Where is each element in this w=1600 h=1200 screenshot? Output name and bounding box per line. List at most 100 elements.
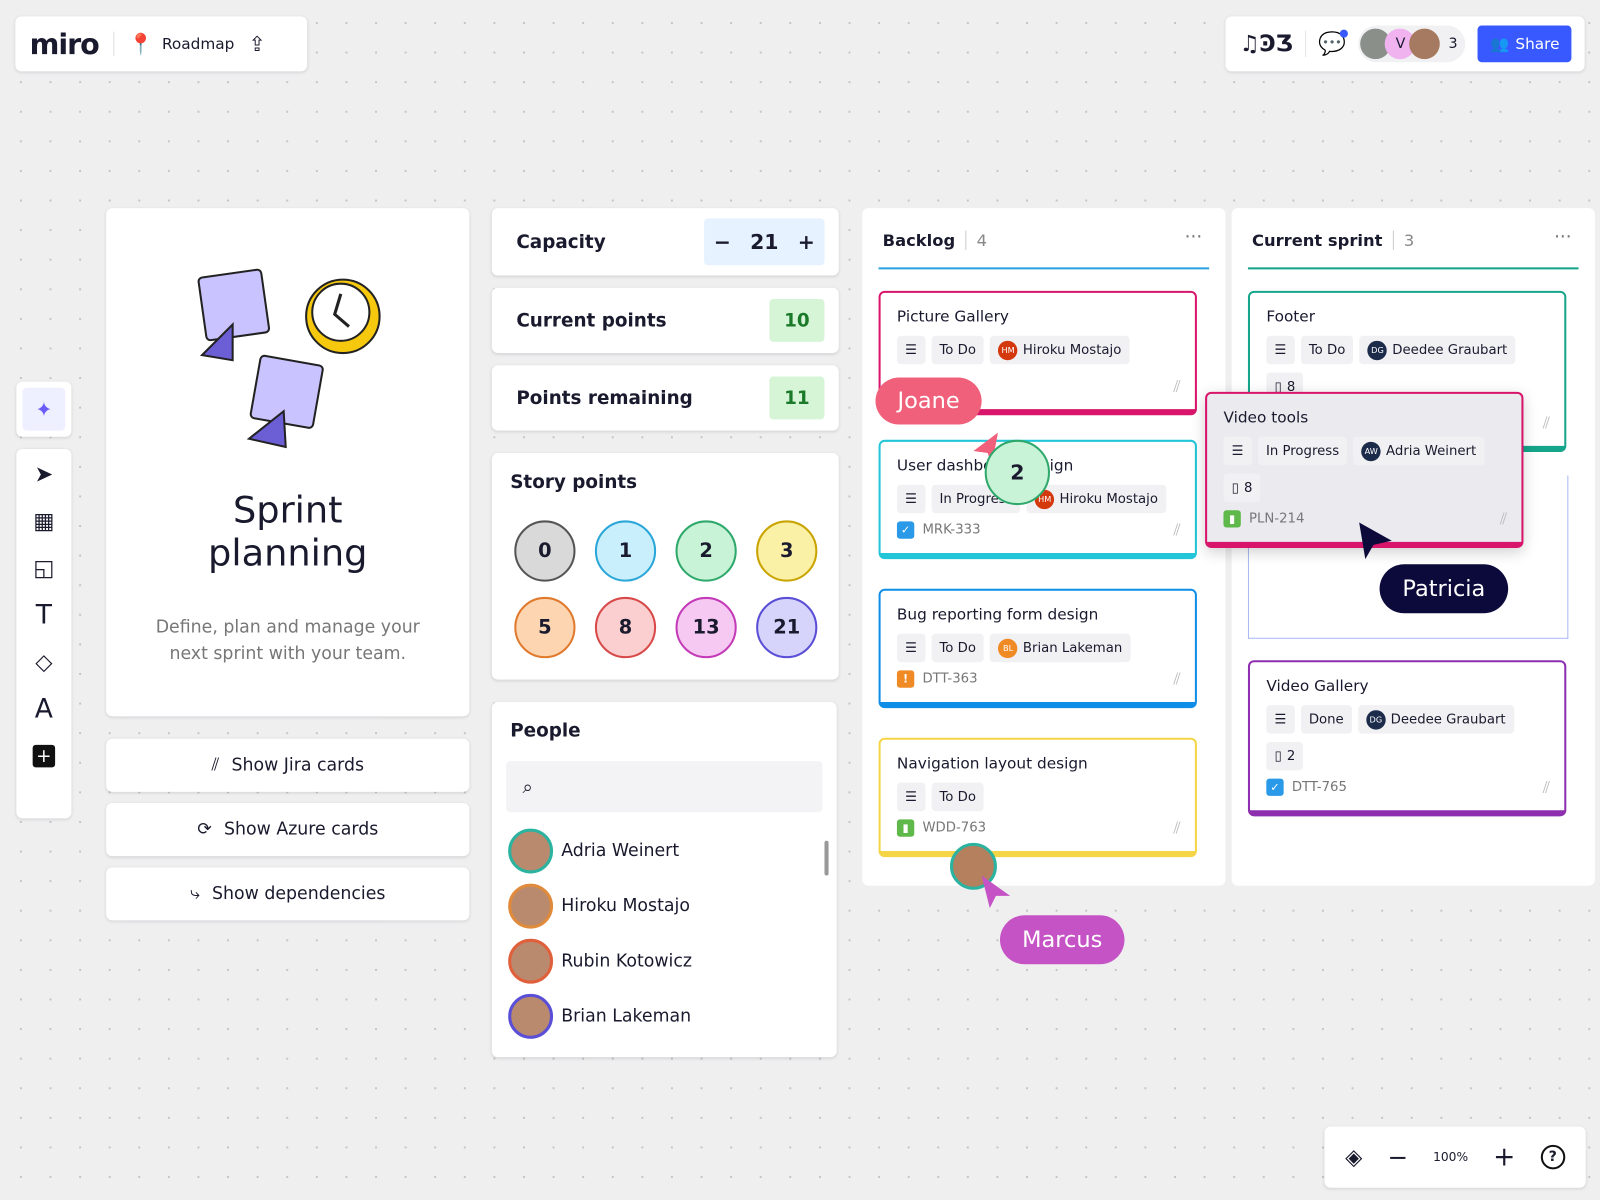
export-icon[interactable]: ⇪ [249, 32, 266, 56]
more-icon[interactable]: ··· [1185, 227, 1203, 248]
show-azure-cards-button[interactable]: ⟳ Show Azure cards [106, 803, 470, 857]
story-point-13[interactable]: 13 [675, 596, 737, 659]
issue-key[interactable]: DTT-765 [1292, 780, 1347, 795]
scrollbar[interactable] [824, 840, 829, 876]
status-chip[interactable]: To Do [931, 335, 985, 365]
decrement-button[interactable]: − [714, 230, 731, 254]
person-item[interactable]: Hiroku Mostajo [508, 883, 690, 929]
assignee-chip[interactable]: BL Brian Lakeman [990, 633, 1131, 663]
status-chip[interactable]: Done [1300, 705, 1352, 734]
points-value: 2 [1286, 748, 1296, 764]
layers-icon[interactable]: ◈ [1345, 1144, 1362, 1170]
assignee-chip[interactable]: DG Deedee Graubart [1359, 335, 1516, 365]
assignee-chip[interactable]: HM Hiroku Mostajo [1026, 484, 1167, 514]
illustration-icon [197, 268, 381, 449]
assignee-chip[interactable]: HM Hiroku Mostajo [990, 335, 1130, 365]
story-point-3[interactable]: 3 [756, 520, 818, 582]
label: Show Azure cards [224, 819, 379, 840]
task-icon: ✓ [896, 521, 915, 539]
description-icon[interactable]: ☰ [1266, 705, 1295, 734]
shapes-icon[interactable]: ◇ [16, 639, 71, 686]
card-video-gallery[interactable]: Video Gallery ☰ Done DG Deedee Graubart ▯ 2 ✓ DT… [1247, 660, 1567, 817]
card-navigation-layout-design[interactable]: Navigation layout design ☰ To Do ▮ WDD-763 ⫽ [878, 737, 1197, 858]
points-remaining-value: 11 [769, 376, 825, 420]
issue-key[interactable]: PLN-214 [1249, 511, 1304, 526]
zoom-level[interactable]: 100% [1433, 1150, 1468, 1164]
cursor-label-patricia: Patricia [1379, 564, 1509, 614]
person-name: Adria Weinert [561, 840, 680, 862]
assignee-name: Hiroku Mostajo [1022, 342, 1122, 358]
assignee-avatar: HM [998, 340, 1018, 360]
show-jira-cards-button[interactable]: ⫽ Show Jira cards [106, 738, 470, 792]
text-tool-icon[interactable]: T [16, 592, 71, 639]
story-points-panel: Story points 0 1 2 3 5 8 13 21 [491, 453, 839, 680]
collaborators[interactable]: V 3 [1358, 25, 1466, 63]
more-icon[interactable]: ··· [1554, 227, 1572, 248]
ai-tool[interactable]: ✦ [16, 381, 72, 437]
add-icon[interactable]: + [16, 733, 71, 780]
story-points-title: Story points [510, 471, 638, 493]
assignee-chip[interactable]: DG Deedee Graubart [1358, 705, 1514, 734]
story-point-2[interactable]: 2 [675, 520, 737, 582]
column-header: Backlog 4 [883, 230, 987, 250]
jira-icon: ⫽ [1173, 376, 1181, 396]
capacity-value[interactable]: 21 [750, 230, 778, 254]
assignee-chip[interactable]: AW Adria Weinert [1353, 436, 1485, 466]
card-title: Navigation layout design [896, 754, 1088, 773]
description-icon[interactable]: ☰ [1223, 436, 1252, 466]
cursor-marcus-icon [981, 875, 1011, 909]
share-button[interactable]: 👥 Share [1477, 25, 1572, 63]
board-header: miro 📍 Roadmap ⇪ [15, 16, 308, 72]
status-chip[interactable]: To Do [1300, 335, 1354, 365]
map-pin-icon: 📍 [128, 31, 154, 57]
zoom-controls: ◈ − 100% + ? [1324, 1126, 1586, 1188]
points-value: 8 [1244, 480, 1253, 496]
sticky-point[interactable]: 2 [984, 439, 1050, 506]
story-point-5[interactable]: 5 [514, 596, 576, 659]
reactions-icon[interactable]: ♫ϿƷ [1240, 31, 1293, 57]
story-point-0[interactable]: 0 [514, 520, 576, 582]
description-icon[interactable]: ☰ [896, 484, 926, 514]
assignee-avatar: DG [1367, 340, 1388, 360]
board-name[interactable]: Roadmap [162, 35, 234, 53]
chat-icon[interactable]: 💬 [1318, 29, 1349, 57]
issue-key[interactable]: MRK-333 [922, 522, 980, 537]
assignee-name: Brian Lakeman [1022, 640, 1123, 656]
show-dependencies-button[interactable]: ⤷ Show dependencies [106, 867, 470, 921]
card-title: Picture Gallery [896, 307, 1009, 326]
people-search-input[interactable]: ⌕ [506, 761, 823, 813]
capacity-stepper[interactable]: − 21 + [704, 218, 825, 266]
story-points-chip[interactable]: ▯ 2 [1266, 741, 1304, 771]
status-chip[interactable]: In Progress [1257, 436, 1348, 466]
board-canvas[interactable]: miro 📍 Roadmap ⇪ ♫ϿƷ 💬 V 3 👥 Share ✦ ➤ ▦ … [0, 0, 1600, 1200]
person-item[interactable]: Adria Weinert [508, 828, 680, 874]
person-item[interactable]: Brian Lakeman [508, 993, 691, 1039]
card-bug-reporting-form-design[interactable]: Bug reporting form design ☰ To Do BL Brian L… [878, 588, 1197, 709]
increment-button[interactable]: + [798, 230, 815, 254]
zoom-out-button[interactable]: − [1388, 1143, 1409, 1172]
points-remaining-panel: Points remaining 11 [491, 365, 839, 431]
person-item[interactable]: Rubin Kotowicz [508, 938, 692, 984]
pen-icon[interactable]: A [16, 686, 71, 733]
description-icon[interactable]: ☰ [1266, 335, 1295, 365]
help-icon[interactable]: ? [1540, 1144, 1565, 1170]
status-chip[interactable]: To Do [931, 782, 985, 812]
avatar [1409, 28, 1441, 60]
current-points-panel: Current points 10 [491, 287, 839, 354]
description-icon[interactable]: ☰ [896, 633, 926, 663]
zoom-in-button[interactable]: + [1493, 1142, 1515, 1173]
status-chip[interactable]: To Do [931, 633, 985, 663]
sticky-note-icon[interactable]: ◱ [16, 545, 71, 592]
templates-icon[interactable]: ▦ [16, 498, 71, 545]
story-point-21[interactable]: 21 [756, 596, 818, 659]
select-tool-icon[interactable]: ➤ [16, 451, 71, 498]
capacity-panel: Capacity − 21 + [491, 208, 839, 276]
column-title: Current sprint [1252, 230, 1383, 250]
story-points-chip[interactable]: ▯ 8 [1223, 473, 1261, 503]
story-point-1[interactable]: 1 [594, 520, 657, 582]
description-icon[interactable]: ☰ [896, 782, 926, 812]
story-point-8[interactable]: 8 [594, 596, 657, 659]
description-icon[interactable]: ☰ [896, 335, 926, 365]
issue-key[interactable]: WDD-763 [922, 820, 986, 835]
issue-key[interactable]: DTT-363 [922, 671, 977, 686]
